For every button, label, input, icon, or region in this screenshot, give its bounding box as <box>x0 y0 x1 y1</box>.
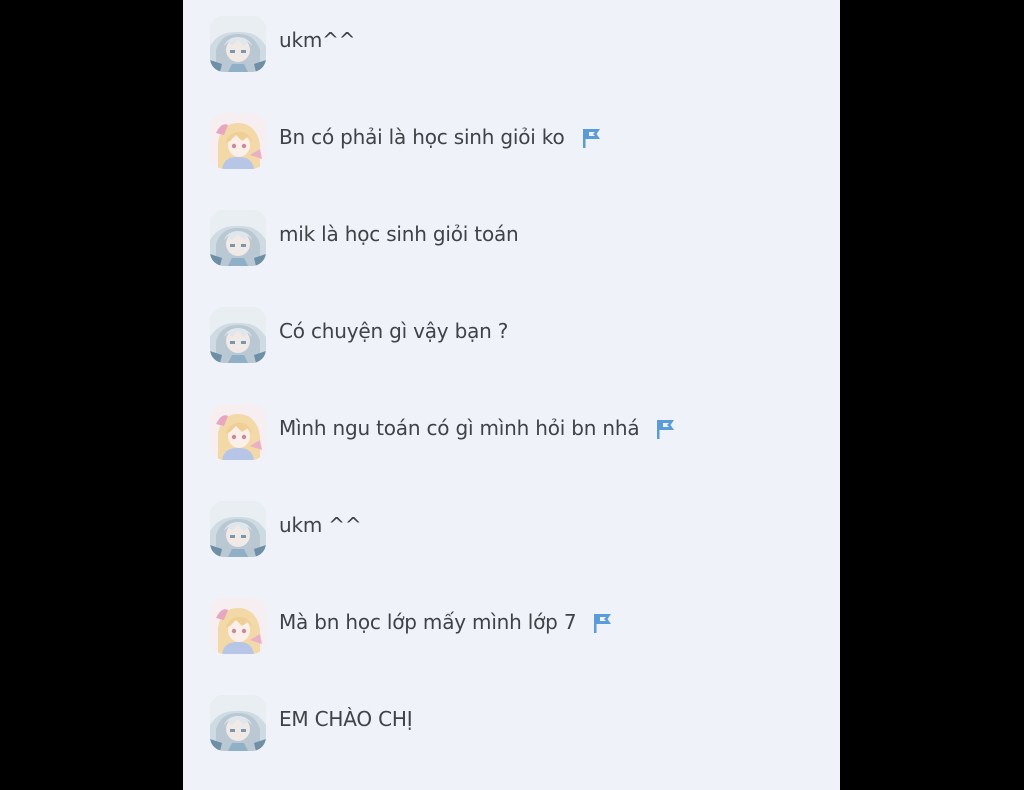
chat-message: Bn có phải là học sinh giỏi ko <box>210 111 603 171</box>
chat-message: mik là học sinh giỏi toán <box>210 208 519 268</box>
message-text: ukm^^ <box>279 28 356 52</box>
avatar[interactable] <box>210 695 266 751</box>
message-text: Mình ngu toán có gì mình hỏi bn nhá <box>279 416 640 440</box>
message-text: Có chuyện gì vậy bạn ? <box>279 319 509 343</box>
report-flag-icon[interactable] <box>581 126 603 150</box>
report-flag-icon[interactable] <box>592 611 614 635</box>
chat-message: Mà bn học lớp mấy mình lớp 7 <box>210 596 614 656</box>
chat-message: Mình ngu toán có gì mình hỏi bn nhá <box>210 402 677 462</box>
chat-message: ukm^^ <box>210 14 355 74</box>
message-text: EM CHÀO CHỊ <box>279 707 413 731</box>
message-text: mik là học sinh giỏi toán <box>279 222 519 246</box>
avatar[interactable] <box>210 307 266 363</box>
report-flag-icon[interactable] <box>655 417 677 441</box>
avatar[interactable] <box>210 501 266 557</box>
message-text: ukm ^^ <box>279 513 362 537</box>
chat-message: EM CHÀO CHỊ <box>210 693 413 753</box>
chat-panel: ukm^^ Bn có phải là học sinh giỏi ko mik l… <box>183 0 840 790</box>
avatar[interactable] <box>210 16 266 72</box>
chat-message: Có chuyện gì vậy bạn ? <box>210 305 508 365</box>
message-text: Bn có phải là học sinh giỏi ko <box>279 125 565 149</box>
message-text: Mà bn học lớp mấy mình lớp 7 <box>279 610 577 634</box>
avatar[interactable] <box>210 113 266 169</box>
avatar[interactable] <box>210 404 266 460</box>
chat-message: ukm ^^ <box>210 499 362 559</box>
avatar[interactable] <box>210 598 266 654</box>
avatar[interactable] <box>210 210 266 266</box>
